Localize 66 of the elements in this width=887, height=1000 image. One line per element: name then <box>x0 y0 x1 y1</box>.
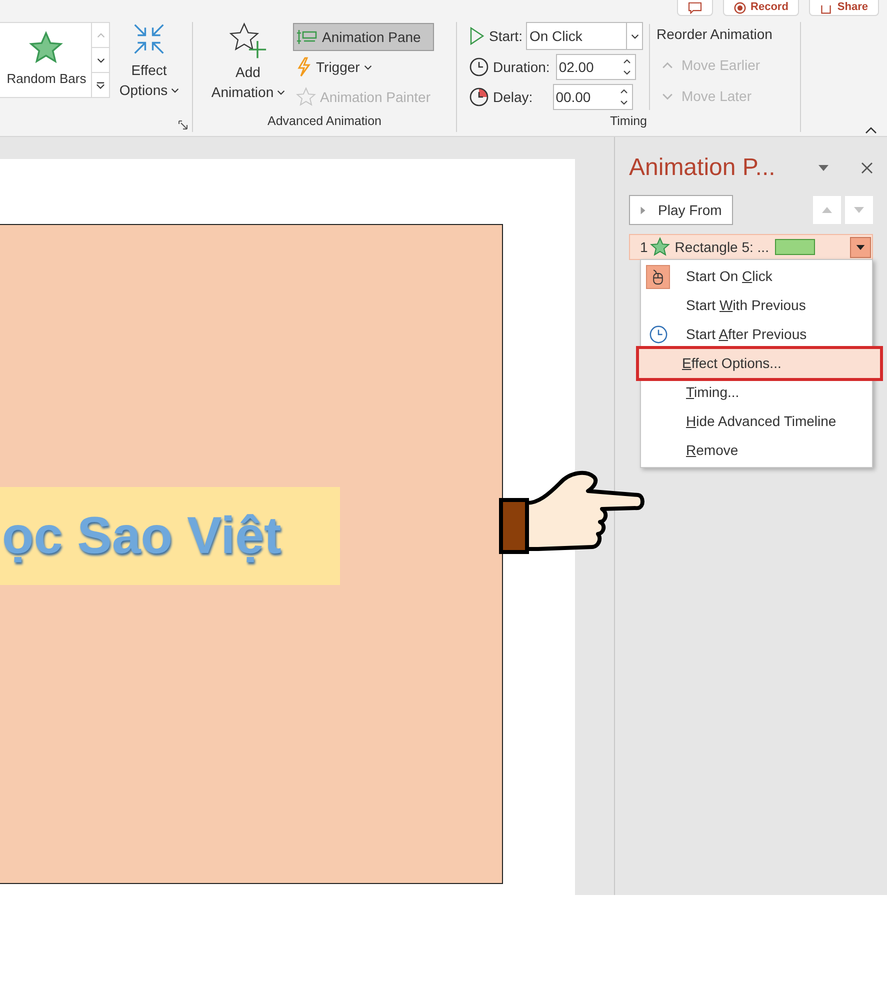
pane-title: Animation P... <box>629 153 776 183</box>
start-dropdown[interactable]: On Click <box>526 22 644 50</box>
mouse-icon <box>651 268 665 284</box>
caret-icon <box>96 58 104 62</box>
play-icon <box>640 204 646 216</box>
caret-icon <box>276 90 285 94</box>
caret-icon <box>364 64 372 70</box>
caret-icon <box>662 93 674 100</box>
more-icon <box>96 80 105 90</box>
item-number: 1 <box>640 238 648 256</box>
spinner-arrows-icon <box>620 88 628 106</box>
effect-name: Random Bars <box>6 70 86 88</box>
animation-pane-button[interactable]: Animation Pane <box>293 23 434 51</box>
record-icon <box>734 2 746 14</box>
item-name: Rectangle 5: ... <box>674 238 769 257</box>
play-icon <box>469 27 485 45</box>
slide-title-text: ọc Sao Việt <box>1 506 282 567</box>
comment-icon <box>688 2 702 14</box>
collapse-ribbon-icon[interactable] <box>865 127 877 134</box>
scroll-down-button[interactable] <box>92 47 109 73</box>
animation-pane-icon <box>296 29 318 45</box>
trigger-button[interactable]: Trigger <box>293 53 434 81</box>
reorder-title: Reorder Animation <box>656 25 772 44</box>
share-button[interactable]: Share <box>809 0 879 16</box>
effect-gallery[interactable]: Random Bars <box>0 22 110 98</box>
menu-item[interactable]: Effect Options... <box>639 349 880 378</box>
spinner-arrows-icon <box>622 58 631 76</box>
menu-item[interactable]: Timing... <box>643 378 870 407</box>
animation-item[interactable]: 1 Rectangle 5: ... <box>629 234 873 260</box>
item-dropdown-button[interactable] <box>850 236 871 258</box>
star-plus-icon <box>229 22 267 60</box>
caret-icon <box>170 88 179 92</box>
clock-icon <box>469 57 489 77</box>
menu-item[interactable]: Start On Click <box>643 262 870 291</box>
group-label: Advanced Animation <box>268 113 382 130</box>
duration-label: Duration: <box>493 58 550 76</box>
group-label: Timing <box>610 113 648 130</box>
menu-item[interactable]: Remove <box>643 436 870 465</box>
comment-button[interactable] <box>676 0 713 16</box>
triangle-down-icon <box>856 244 865 250</box>
delay-clock-icon <box>469 87 489 107</box>
triangle-up-icon <box>822 207 832 213</box>
menu-item[interactable]: Start With Previous <box>643 291 870 320</box>
triangle-down-icon <box>854 207 864 213</box>
record-button[interactable]: Record <box>722 0 800 16</box>
lightning-icon <box>296 57 312 77</box>
play-from-button[interactable]: Play From <box>629 195 733 225</box>
menu-item[interactable]: Hide Advanced Timeline <box>643 407 870 436</box>
caret-up-icon <box>662 62 674 69</box>
pane-options-icon[interactable] <box>818 165 829 171</box>
caret-icon <box>630 34 639 38</box>
timeline-bar <box>774 239 815 255</box>
delay-label: Delay: <box>493 88 533 107</box>
start-label: Start: <box>489 26 522 46</box>
duration-spinner[interactable]: 02.00 <box>556 54 636 80</box>
effect-options-button[interactable]: Effect Options <box>118 22 180 132</box>
menu-item[interactable]: Start After Previous <box>643 320 870 349</box>
dialog-launcher-icon[interactable] <box>178 120 188 130</box>
star-icon <box>650 237 670 257</box>
caret-up-icon <box>96 32 104 38</box>
delay-spinner[interactable]: 00.00 <box>552 84 633 110</box>
close-icon[interactable] <box>861 162 873 174</box>
arrows-inward-icon <box>132 22 166 56</box>
add-animation-button[interactable]: Add Animation <box>205 22 291 112</box>
clock-icon <box>648 325 668 344</box>
star-brush-icon <box>296 87 316 107</box>
